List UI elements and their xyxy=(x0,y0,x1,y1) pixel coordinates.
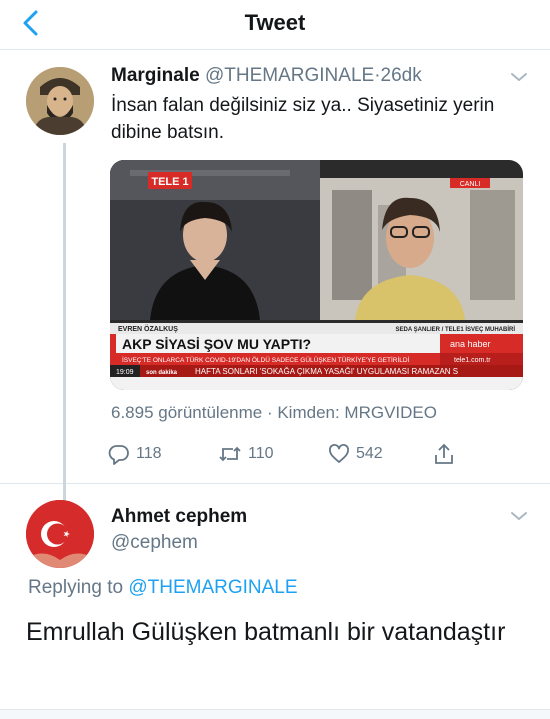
display-name[interactable]: Marginale xyxy=(111,65,200,86)
avatar[interactable] xyxy=(26,500,94,568)
tweet-meta: Marginale @THEMARGINALE·26dk xyxy=(111,65,422,87)
live-badge: CANLI xyxy=(460,181,481,188)
retweet-icon xyxy=(219,446,241,462)
replying-prefix: Replying to xyxy=(28,577,129,598)
page-title: Tweet xyxy=(244,10,306,35)
user-handle[interactable]: @THEMARGINALE xyxy=(205,65,374,86)
retweet-count: 110 xyxy=(248,445,274,462)
thread-line xyxy=(63,143,66,543)
heart-icon xyxy=(329,444,349,463)
top-bar: Tweet xyxy=(0,0,550,50)
display-name[interactable]: Ahmet cephem xyxy=(111,506,247,528)
reply-button[interactable]: 118 xyxy=(108,441,162,467)
replying-to: Replying to @THEMARGINALE xyxy=(28,577,298,599)
right-name-caption: SEDA ŞANLIER / TELE1 İSVEÇ MUHABİRİ xyxy=(396,326,516,333)
clock: 19:09 xyxy=(116,369,134,376)
main-tweet[interactable]: Marginale @THEMARGINALE·26dk İnsan falan… xyxy=(0,51,550,543)
reply-text: Emrullah Gülüşken batmanlı bir vatandaşt… xyxy=(26,618,506,646)
share-icon xyxy=(435,443,453,464)
channel-logo-text: TELE 1 xyxy=(151,176,188,188)
tweet-text: İnsan falan değilsiniz siz ya.. Siyaseti… xyxy=(111,95,495,143)
ticker-text: HAFTA SONLARI 'SOKAĞA ÇIKMA YASAĞI' UYGU… xyxy=(195,367,458,376)
like-count: 542 xyxy=(356,445,383,462)
subline-caption: İSVEÇ'TE ONLARCA TÜRK COVID-19'DAN ÖLDÜ … xyxy=(122,355,410,364)
view-count[interactable]: 6.895 görüntülenme · Kimden: MRGVIDEO xyxy=(111,403,437,423)
program-label: ana haber xyxy=(450,339,491,349)
timestamp[interactable]: 26dk xyxy=(381,65,422,86)
share-button[interactable] xyxy=(433,441,461,467)
avatar[interactable] xyxy=(26,67,94,135)
turkish-flag-icon xyxy=(26,500,94,568)
ticker-label: son dakika xyxy=(146,370,178,376)
mention-link[interactable]: @THEMARGINALE xyxy=(128,577,297,598)
tweet-actions: 118 110 542 xyxy=(108,441,528,467)
headline-caption: AKP SİYASİ ŞOV MU YAPTI? xyxy=(122,336,311,352)
reply-tweet[interactable]: Ahmet cephem @cephem Replying to @THEMAR… xyxy=(0,484,550,719)
chevron-down-icon[interactable] xyxy=(510,71,528,83)
left-name-caption: EVREN ÖZALKUŞ xyxy=(118,324,178,333)
bottom-divider xyxy=(0,709,550,719)
video-thumbnail[interactable]: TELE 1 CANLI EVREN ÖZALKUŞ SEDA ŞANLIER … xyxy=(110,160,523,390)
reply-icon xyxy=(108,445,129,465)
site-caption: tele1.com.tr xyxy=(454,357,491,364)
user-handle[interactable]: @cephem xyxy=(111,532,198,554)
like-button[interactable]: 542 xyxy=(328,441,383,467)
retweet-button[interactable]: 110 xyxy=(218,441,274,467)
chevron-down-icon[interactable] xyxy=(510,510,528,522)
reply-count: 118 xyxy=(136,445,162,462)
avatar-illustration xyxy=(26,67,94,135)
